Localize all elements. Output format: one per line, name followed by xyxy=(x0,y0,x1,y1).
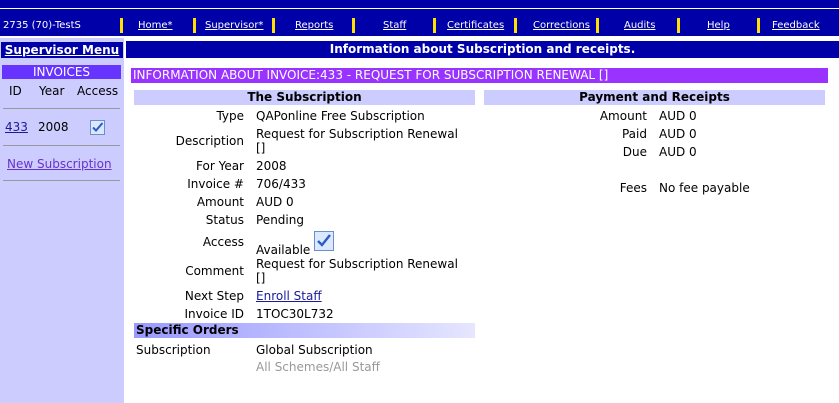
checkbox-checked-icon xyxy=(314,231,335,251)
nav-supervisor[interactable]: Supervisor* xyxy=(205,20,263,31)
amount-value: AUD 0 xyxy=(256,195,294,209)
for-year-value: 2008 xyxy=(256,159,287,173)
nav-feedback[interactable]: Feedback xyxy=(772,20,820,31)
checkbox-checked-icon xyxy=(90,120,105,135)
page-title: Information about Subscription and recei… xyxy=(126,41,839,58)
fees-value: No fee payable xyxy=(659,181,750,195)
nav-separator xyxy=(120,18,123,33)
paid-label: Paid xyxy=(621,127,647,141)
comment-value-line2: [] xyxy=(256,271,266,285)
fees-label: Fees xyxy=(619,181,647,195)
nav-certificates[interactable]: Certificates xyxy=(447,20,504,31)
sidebar-divider xyxy=(3,108,120,109)
access-value-text: Available xyxy=(256,243,311,257)
top-nav: Home* Supervisor* Reports Staff Certific… xyxy=(0,18,839,34)
access-value: Available xyxy=(256,231,335,257)
comment-value-line1: Request for Subscription Renewal xyxy=(256,257,458,271)
next-step-label: Next Step xyxy=(184,289,244,303)
invoice-id-value: 1TOC30L732 xyxy=(256,307,334,321)
invoice-number-value: 706/433 xyxy=(256,177,306,191)
description-label: Description xyxy=(175,134,244,148)
type-value: QAPonline Free Subscription xyxy=(256,109,425,123)
sidebar-divider xyxy=(3,145,120,146)
invoice-id-link[interactable]: 433 xyxy=(5,120,28,134)
due-label: Due xyxy=(622,145,647,159)
nav-reports[interactable]: Reports xyxy=(295,20,333,31)
paid-value: AUD 0 xyxy=(659,127,697,141)
invoice-year: 2008 xyxy=(38,120,69,134)
nav-staff[interactable]: Staff xyxy=(383,20,406,31)
type-label: Type xyxy=(216,109,244,123)
nav-home[interactable]: Home* xyxy=(138,20,173,31)
sidebar: Supervisor Menu INVOICES ID Year Access … xyxy=(0,38,124,403)
sidebar-divider xyxy=(3,180,120,181)
top-navigation-bar: 2735 (70)-TestS Home* Supervisor* Report… xyxy=(0,0,839,38)
invoices-section-header: INVOICES xyxy=(2,65,121,79)
nav-separator xyxy=(352,18,355,33)
comment-label: Comment xyxy=(185,264,244,278)
nav-separator xyxy=(677,18,680,33)
nav-corrections[interactable]: Corrections xyxy=(533,20,590,31)
nav-help[interactable]: Help xyxy=(707,20,730,31)
status-label: Status xyxy=(205,213,244,227)
access-label: Access xyxy=(202,235,244,249)
enroll-staff-link[interactable]: Enroll Staff xyxy=(256,289,322,303)
invoice-id-label: Invoice ID xyxy=(184,307,245,321)
specific-orders-heading: Specific Orders xyxy=(134,323,475,338)
payment-amount-value: AUD 0 xyxy=(659,109,697,123)
bottom-divider xyxy=(0,36,839,38)
status-value: Pending xyxy=(256,213,304,227)
for-year-label: For Year xyxy=(196,159,244,173)
new-subscription-link[interactable]: New Subscription xyxy=(7,157,112,171)
nav-separator xyxy=(193,18,196,33)
subscription-heading: The Subscription xyxy=(134,90,475,105)
nav-separator xyxy=(272,18,275,33)
orders-scope-value: All Schemes/All Staff xyxy=(256,360,380,374)
due-value: AUD 0 xyxy=(659,145,697,159)
invoice-number-label: Invoice # xyxy=(187,177,244,191)
orders-subscription-label: Subscription xyxy=(136,343,211,357)
supervisor-menu-title[interactable]: Supervisor Menu xyxy=(1,42,123,58)
nav-audits[interactable]: Audits xyxy=(624,20,655,31)
orders-subscription-value: Global Subscription xyxy=(256,343,373,357)
invoice-title-bar: INFORMATION ABOUT INVOICE:433 - REQUEST … xyxy=(131,68,828,83)
nav-separator xyxy=(514,18,517,33)
column-header-id: ID xyxy=(9,84,22,98)
description-value-line2: [] xyxy=(256,141,266,155)
payment-heading: Payment and Receipts xyxy=(484,90,825,105)
nav-separator xyxy=(433,18,436,33)
amount-label: Amount xyxy=(196,195,244,209)
nav-separator xyxy=(596,18,599,33)
column-header-year: Year xyxy=(39,84,65,98)
top-divider xyxy=(0,8,839,9)
nav-separator xyxy=(757,18,760,33)
description-value-line1: Request for Subscription Renewal xyxy=(256,127,458,141)
payment-amount-label: Amount xyxy=(599,109,647,123)
column-header-access: Access xyxy=(77,84,119,98)
